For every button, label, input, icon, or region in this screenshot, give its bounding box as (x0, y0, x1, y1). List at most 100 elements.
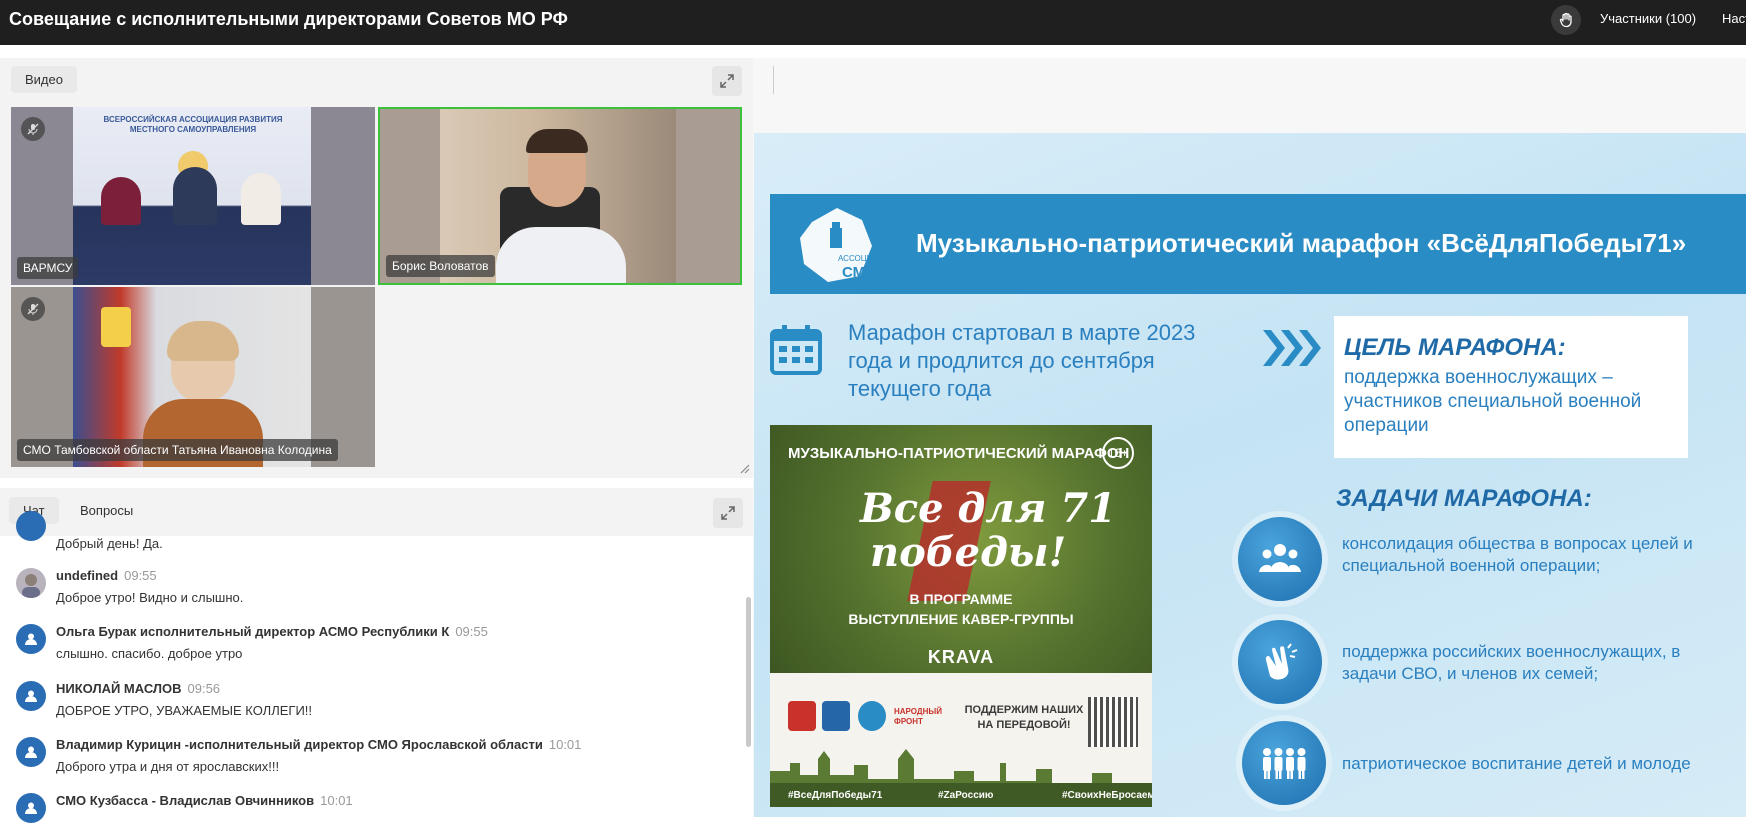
chat-message: Владимир Курицин -исполнительный директо… (16, 737, 736, 783)
user-photo-icon (22, 574, 40, 598)
expand-icon (720, 74, 734, 88)
task-text: консолидация общества в вопросах целей и… (1342, 533, 1693, 577)
mic-muted-indicator (21, 117, 45, 141)
task-icon-circle (1238, 517, 1322, 601)
marathon-poster: МУЗЫКАЛЬНО-ПАТРИОТИЧЕСКИЙ МАРАФОН 16+ Вс… (770, 425, 1152, 807)
participant-name: СМО Тамбовской области Татьяна Ивановна … (17, 439, 338, 461)
participants-button[interactable]: Участники (100) (1600, 11, 1696, 26)
chat-message: undefined 09:55 Доброе утро! Видно и слыш… (16, 568, 736, 614)
meeting-title: Совещание с исполнительными директорами … (9, 9, 568, 29)
people-icon (1259, 544, 1301, 572)
slide-headline: Музыкально-патриотический марафон «ВсёДл… (916, 228, 1687, 258)
avatar (16, 793, 46, 823)
chat-scrollbar[interactable] (746, 597, 751, 747)
task-line: специальной военной операции; (1342, 556, 1601, 575)
user-icon (25, 633, 37, 645)
avatar (16, 737, 46, 767)
calendar-icon (770, 325, 822, 375)
message-text: Доброе утро! Видно и слышно. (56, 590, 244, 605)
avatar (16, 568, 46, 598)
message-text: ДОБРОЕ УТРО, УВАЖАЕМЫЕ КОЛЛЕГИ!! (56, 703, 313, 718)
message-author: undefined 09:55 (56, 568, 157, 583)
video-tile-boris[interactable]: Борис Воловатов (378, 107, 742, 285)
poster-hashtags: #ВсеДляПобеды71 #ZaРоссию #СвоихНеБросае… (770, 783, 1152, 807)
chevrons-right-icon (1263, 330, 1321, 366)
tab-questions[interactable]: Вопросы (66, 497, 148, 524)
hand-icon (1559, 12, 1572, 28)
top-bar: Совещание с исполнительными директорами … (0, 0, 1746, 45)
task-icon-circle (1242, 721, 1326, 805)
message-time: 09:55 (124, 568, 157, 583)
task-line: поддержка российских военнослужащих, в (1342, 642, 1681, 661)
logo-text: СМО (842, 264, 877, 281)
video-tab[interactable]: Видео (11, 66, 77, 93)
expand-icon (721, 506, 735, 520)
message-text: слышно. спасибо. доброе утро (56, 646, 243, 661)
hashtag: #ВсеДляПобеды71 (788, 790, 883, 801)
goal-box: ЦЕЛЬ МАРАФОНА: поддержка военнослужащих … (1334, 316, 1688, 458)
poster-script-line2: победы! (870, 529, 1067, 576)
marathon-start-text: Марафон стартовал в марте 2023 года и пр… (848, 320, 1196, 401)
resize-handle-icon[interactable] (740, 464, 750, 474)
user-icon (25, 802, 37, 814)
message-author: НИКОЛАЙ МАСЛОВ 09:56 (56, 681, 220, 696)
chat-message: СМО Кузбасса - Владислав Овчинников 10:01 (16, 793, 736, 823)
avatar (16, 681, 46, 711)
person-figure (241, 173, 281, 225)
mic-muted-indicator (21, 297, 45, 321)
mic-off-icon (27, 303, 39, 315)
city-skyline (770, 749, 1142, 785)
message-time: 09:56 (187, 681, 221, 696)
author-name: undefined (56, 568, 119, 583)
message-author: Владимир Курицин -исполнительный директо… (56, 737, 581, 752)
poster-band-name: KRAVA (927, 647, 995, 667)
goal-title: ЦЕЛЬ МАРАФОНА: (1344, 334, 1566, 361)
chat-message: НИКОЛАЙ МАСЛОВ 09:56 ДОБРОЕ УТРО, УВАЖАЕМ… (16, 681, 736, 727)
smo-logo-icon (858, 701, 886, 731)
video-tile-varmsu[interactable]: ВСЕРОССИЙСКАЯ АССОЦИАЦИЯ РАЗВИТИЯ МЕСТНО… (11, 107, 375, 285)
tasks-title: ЗАДАЧИ МАРАФОНА: (1336, 485, 1592, 512)
goal-text: поддержка военнослужащих – участников сп… (1344, 367, 1642, 436)
message-author: СМО Кузбасса - Владислав Овчинников 10:01 (56, 793, 353, 808)
message-author: Ольга Бурак исполнительный директор АСМО… (56, 624, 488, 639)
logo-subtitle: АССОЦИАЦИЯ (838, 254, 896, 263)
video-tile-tambov[interactable]: СМО Тамбовской области Татьяна Ивановна … (11, 287, 375, 467)
person-figure (173, 167, 217, 225)
message-text: Добрый день! Да. (56, 536, 163, 551)
united-russia-logo-icon (822, 701, 850, 731)
author-name: СМО Кузбасса - Владислав Овчинников (56, 793, 315, 808)
poster-program-line2: ВЫСТУПЛЕНИЕ КАВЕР-ГРУППЫ (848, 611, 1074, 627)
video-feed: ВСЕРОССИЙСКАЯ АССОЦИАЦИЯ РАЗВИТИЯ МЕСТНО… (73, 107, 311, 285)
hashtag: #ZaРоссию (938, 790, 994, 801)
task-text: поддержка российских военнослужащих, в з… (1342, 641, 1680, 685)
poster-title: МУЗЫКАЛЬНО-ПАТРИОТИЧЕСКИЙ МАРАФОН (788, 445, 1130, 462)
association-logo: АССОЦИАЦИЯ СМО (792, 202, 895, 288)
slide-banner: АССОЦИАЦИЯ СМО Музыкально-патриотический… (770, 194, 1746, 294)
chat-message: Добрый день! Да. (16, 511, 736, 551)
expand-chat-button[interactable] (713, 498, 743, 528)
poster-script-line1: Все для 71 (860, 485, 1117, 532)
task-line: задачи СВО, и членов их семей; (1342, 664, 1599, 683)
front-logo-text: НАРОДНЫЙ ФРОНТ (894, 707, 942, 726)
poster-support-text: ПОДДЕРЖИМ НАШИХ НА ПЕРЕДОВОЙ! (964, 704, 1084, 731)
person-shirt (496, 227, 626, 283)
presentation-slide: АССОЦИАЦИЯ СМО Музыкально-патриотический… (754, 133, 1746, 817)
video-panel: Видео ВСЕРОССИЙСКАЯ АССОЦИАЦИЯ РАЗВИТИЯ … (0, 58, 753, 478)
hashtag: #СвоихНеБросаем (1062, 790, 1152, 801)
expand-video-button[interactable] (712, 66, 742, 96)
task-icon-circle (1238, 620, 1322, 704)
task-text: патриотическое воспитание детей и молоде (1342, 753, 1691, 775)
avatar (16, 511, 46, 541)
message-text: Доброго утра и дня от ярославских!!! (56, 759, 280, 774)
task-line: консолидация общества в вопросах целей и (1342, 534, 1693, 553)
raise-hand-button[interactable] (1551, 5, 1581, 35)
mic-off-icon (27, 123, 39, 135)
flag-emblem (101, 307, 131, 347)
message-time: 09:55 (455, 624, 488, 639)
person-figure (101, 177, 141, 225)
children-icon (1263, 748, 1306, 779)
settings-button[interactable]: Наст (1722, 11, 1746, 26)
user-icon (25, 746, 37, 758)
author-name: НИКОЛАЙ МАСЛОВ (56, 681, 182, 696)
person-hair (167, 321, 239, 361)
